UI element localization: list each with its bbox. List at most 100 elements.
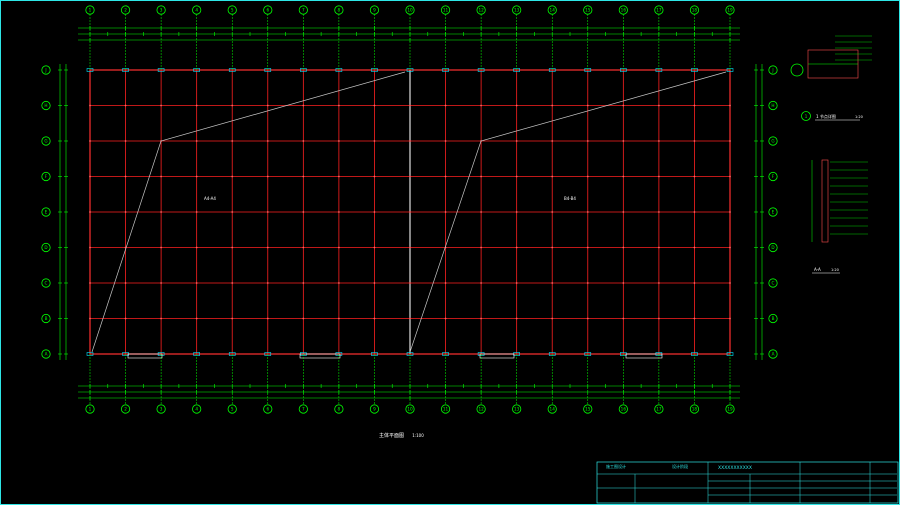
axis-bubble-bottom-12-label: 12: [478, 407, 484, 412]
axis-bubble-right-A-label: A: [772, 352, 775, 357]
node-mark: [373, 246, 376, 249]
node-mark: [622, 317, 625, 320]
node-mark: [373, 104, 376, 107]
axis-bubble-left-C-label: C: [45, 281, 48, 286]
axis-bubble-top-6-label: 6: [266, 8, 269, 13]
node-mark: [551, 140, 554, 142]
node-mark: [337, 211, 340, 213]
node-mark: [89, 175, 91, 178]
node-mark: [515, 104, 518, 107]
node-mark: [657, 175, 660, 178]
node-mark: [302, 211, 305, 213]
axis-bubble-top-3-label: 3: [160, 8, 163, 13]
zone-left-label: A4-A4: [204, 196, 216, 201]
node-mark: [195, 246, 198, 249]
node-mark: [160, 175, 163, 178]
node-mark: [729, 317, 731, 320]
node-mark: [373, 317, 376, 320]
node-mark: [195, 282, 198, 284]
plan-title: 主体平面图: [379, 432, 404, 439]
node-mark: [160, 246, 163, 249]
axis-bubble-bottom-19-label: 19: [727, 407, 733, 412]
node-mark: [515, 246, 518, 249]
node-mark: [444, 175, 447, 178]
node-mark: [337, 140, 340, 142]
node-mark: [586, 211, 589, 213]
detail-marker-number: 1: [805, 114, 808, 119]
axis-bubble-top-10-label: 10: [407, 8, 413, 13]
axis-bubble-left-A-label: A: [45, 352, 48, 357]
node-mark: [89, 246, 91, 249]
node-mark: [231, 282, 234, 284]
node-mark: [551, 104, 554, 107]
axis-bubble-right-J-label: J: [771, 68, 773, 73]
node-mark: [729, 104, 731, 107]
axis-bubble-top-9-label: 9: [373, 8, 376, 13]
node-mark: [89, 104, 91, 107]
node-mark: [409, 211, 411, 213]
axis-bubble-bottom-10-label: 10: [407, 407, 413, 412]
axis-bubble-bottom-8-label: 8: [338, 407, 341, 412]
node-mark: [622, 104, 625, 107]
node-mark: [586, 317, 589, 320]
axis-bubble-left-F-label: F: [45, 174, 48, 179]
node-mark: [409, 140, 411, 142]
axis-bubble-top-18-label: 18: [692, 8, 698, 13]
node-mark: [124, 211, 127, 213]
node-mark: [480, 211, 483, 213]
node-mark: [551, 246, 554, 249]
axis-bubble-top-5-label: 5: [231, 8, 234, 13]
section-label: A-A: [814, 267, 821, 272]
detail-callout-circle: [790, 63, 804, 77]
node-mark: [266, 246, 269, 249]
axis-bubble-top-1-label: 1: [89, 8, 92, 13]
node-mark: [693, 282, 696, 284]
node-mark: [231, 246, 234, 249]
node-mark: [373, 211, 376, 213]
axis-bubble-top-13-label: 13: [514, 8, 520, 13]
node-mark: [729, 175, 731, 178]
cad-drawing: 1122334455667788991010111112121313141415…: [41, 5, 899, 504]
node-mark: [302, 317, 305, 320]
node-mark: [231, 104, 234, 107]
node-mark: [480, 175, 483, 178]
axis-bubble-bottom-3-label: 3: [160, 407, 163, 412]
node-mark: [409, 104, 411, 107]
node-mark: [195, 211, 198, 213]
axis-bubble-top-19-label: 19: [727, 8, 733, 13]
node-mark: [657, 104, 660, 107]
axis-bubble-top-12-label: 12: [478, 8, 484, 13]
node-mark: [480, 317, 483, 320]
node-mark: [302, 175, 305, 178]
axis-bubble-top-2-label: 2: [124, 8, 127, 13]
node-mark: [622, 140, 625, 142]
title-block-stage2: 设计阶段: [672, 463, 688, 469]
node-mark: [622, 211, 625, 213]
node-mark: [373, 140, 376, 142]
node-mark: [160, 211, 163, 213]
node-mark: [515, 140, 518, 142]
node-mark: [409, 282, 411, 284]
node-mark: [409, 175, 411, 178]
node-mark: [444, 104, 447, 107]
node-mark: [231, 140, 234, 142]
node-mark: [693, 140, 696, 142]
axis-bubble-bottom-1-label: 1: [89, 407, 92, 412]
node-mark: [444, 317, 447, 320]
node-mark: [622, 282, 625, 284]
axis-bubble-right-E-label: E: [772, 210, 775, 215]
axis-bubble-left-E-label: E: [45, 210, 48, 215]
node-mark: [480, 246, 483, 249]
node-mark: [266, 282, 269, 284]
node-mark: [124, 104, 127, 107]
node-mark: [266, 140, 269, 142]
detail1-scale: 1:20: [855, 115, 863, 119]
node-mark: [337, 246, 340, 249]
node-mark: [551, 175, 554, 178]
axis-bubble-top-16-label: 16: [621, 8, 627, 13]
axis-bubble-bottom-15-label: 15: [585, 407, 591, 412]
axis-bubble-right-C-label: C: [772, 281, 775, 286]
node-mark: [195, 175, 198, 178]
node-mark: [515, 317, 518, 320]
node-mark: [302, 282, 305, 284]
